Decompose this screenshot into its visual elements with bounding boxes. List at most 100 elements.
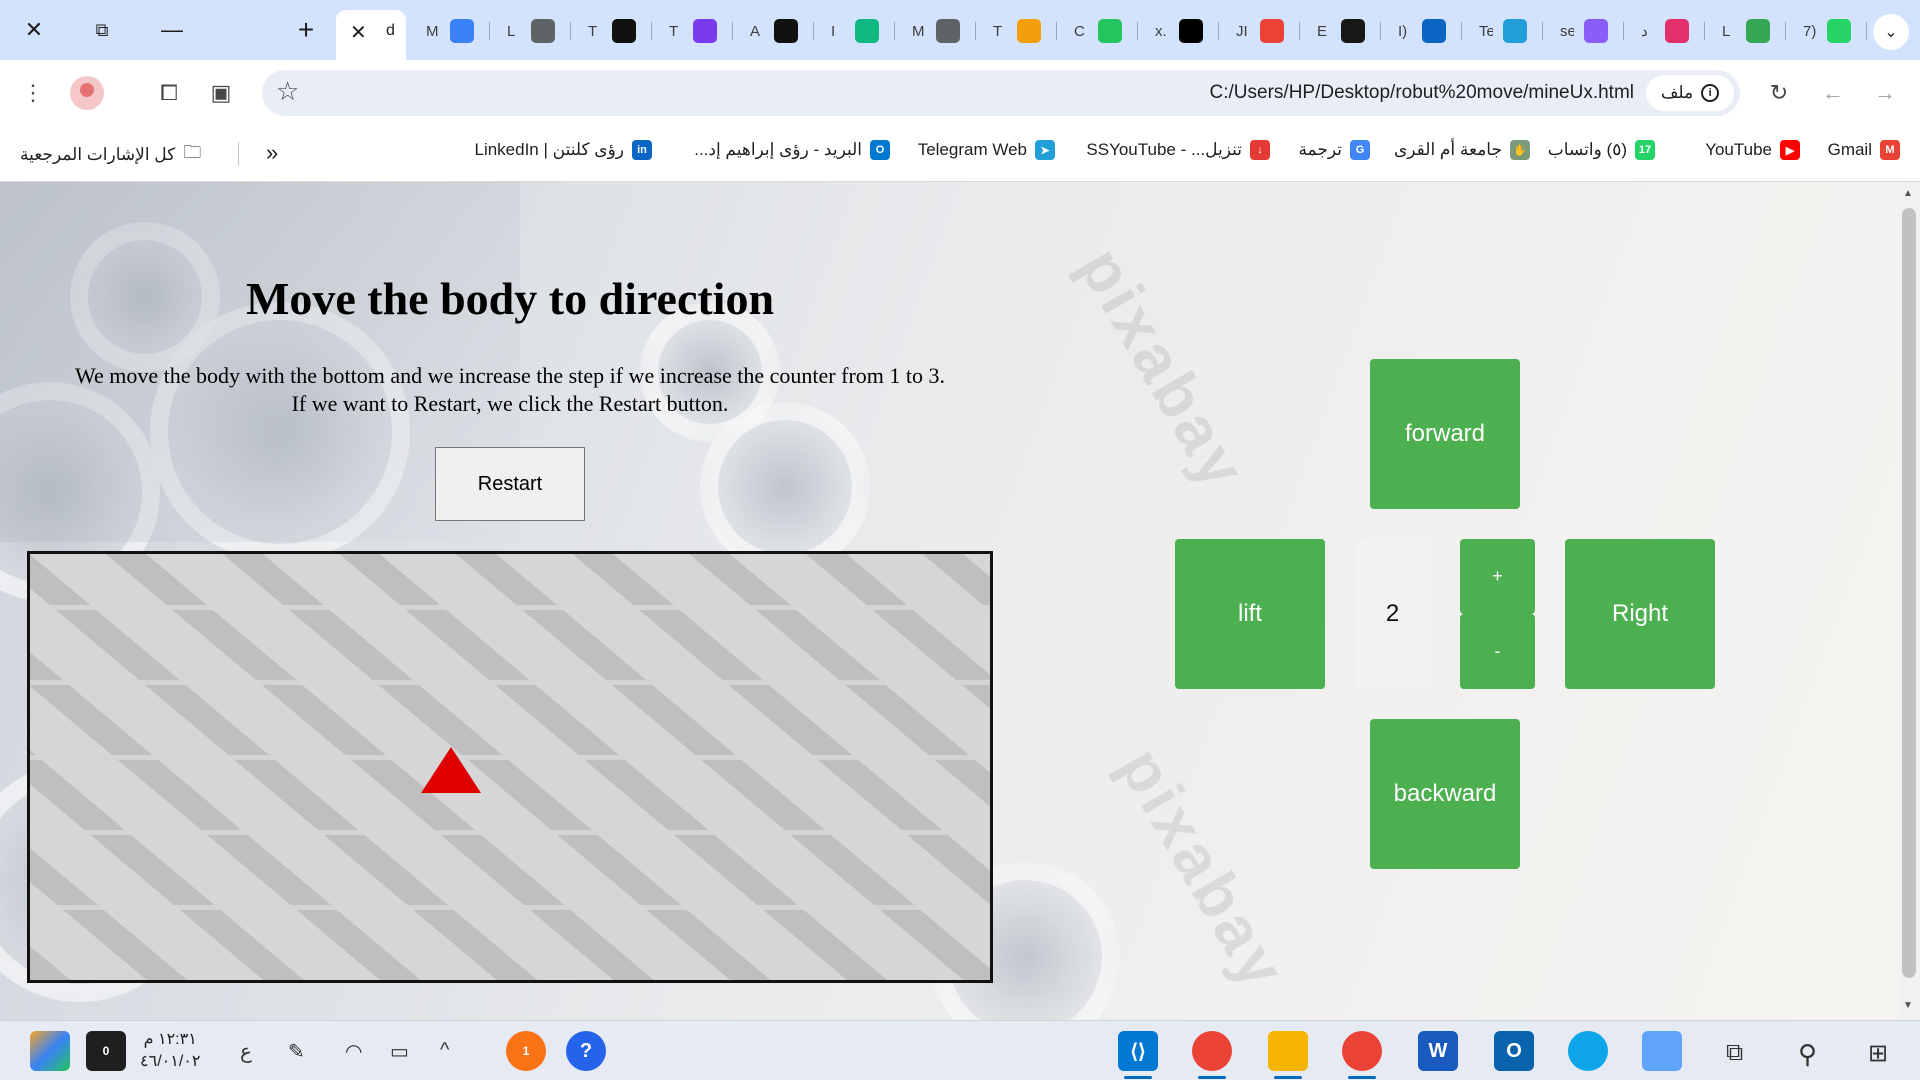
reload-button[interactable]: ↻: [1760, 74, 1798, 112]
browser-toolbar: ⋮ ⧠ ▣ ☆ C:/Users/HP/Desktop/robut%20move…: [0, 60, 1920, 126]
tab-favicon-icon: [774, 19, 798, 43]
right-button[interactable]: Right: [1565, 539, 1715, 689]
active-tab[interactable]: ✕ d: [336, 10, 406, 60]
wifi-icon[interactable]: ◠: [345, 1039, 362, 1064]
bookmark-item[interactable]: M Gmail: [1828, 140, 1900, 160]
browser-tab[interactable]: E: [1309, 14, 1381, 48]
new-tab-button[interactable]: +: [288, 12, 324, 48]
tab-search-button[interactable]: ⌄: [1873, 14, 1909, 50]
restore-window-button[interactable]: ⧉: [78, 10, 126, 50]
more-bookmarks-button[interactable]: «: [266, 140, 278, 166]
description-line-1: We move the body with the bottom and we …: [74, 363, 945, 388]
screenshot-extension-button[interactable]: ▣: [202, 74, 240, 112]
browser-tab[interactable]: T: [580, 14, 652, 48]
tab-favicon-icon: [1260, 19, 1284, 43]
word-icon[interactable]: W: [1418, 1031, 1458, 1071]
start-icon[interactable]: ⊞: [1868, 1039, 1888, 1068]
browser-tab[interactable]: د: [1633, 14, 1705, 48]
browser-tab[interactable]: se: [1552, 14, 1624, 48]
bookmark-item[interactable]: ▶ YouTube: [1705, 140, 1800, 160]
scrollbar-thumb[interactable]: [1902, 208, 1916, 978]
browser-tab[interactable]: C: [1066, 14, 1138, 48]
tab-favicon-icon: [1827, 19, 1851, 43]
extensions-button[interactable]: ⧠: [150, 74, 188, 112]
copilot-icon[interactable]: [30, 1031, 70, 1071]
pen-icon[interactable]: ✎: [288, 1039, 305, 1064]
outlook-icon: O: [870, 140, 890, 160]
tab-close-icon[interactable]: ✕: [350, 20, 367, 45]
restart-button[interactable]: Restart: [435, 447, 585, 521]
browser-tab[interactable]: x.: [1147, 14, 1219, 48]
browser-menu-button[interactable]: ⋮: [14, 74, 52, 112]
outlook-icon[interactable]: O: [1494, 1031, 1534, 1071]
site-info-chip[interactable]: ملف i: [1646, 75, 1734, 111]
tab-strip: ✕ ⧉ — + ✕ d M L T T A I M T Cx. JI E I) Te se د L 7) ⌄: [0, 0, 1920, 60]
browser-tab[interactable]: T: [985, 14, 1057, 48]
tab-separator: [1623, 22, 1624, 40]
forward-button[interactable]: forward: [1370, 359, 1520, 509]
bookmark-item[interactable]: ✋ جامعة أم القرى: [1394, 140, 1530, 160]
browser-tab[interactable]: M: [418, 14, 490, 48]
browser-tab[interactable]: L: [1714, 14, 1786, 48]
translate-icon: G: [1350, 140, 1370, 160]
browser-tab[interactable]: JI: [1228, 14, 1300, 48]
notifications-button[interactable]: 0: [86, 1031, 126, 1071]
profile-avatar[interactable]: [70, 76, 104, 110]
browser-tab[interactable]: A: [742, 14, 814, 48]
bookmark-item[interactable]: 17 (٥) واتساب: [1548, 140, 1655, 160]
page-scrollbar[interactable]: ▲ ▼: [1898, 182, 1920, 1020]
tab-favicon-icon: [693, 19, 717, 43]
bookmark-item[interactable]: O البريد - رؤى إبراهيم إد...: [694, 140, 890, 160]
tab-title: I): [1398, 22, 1408, 40]
cube-app-icon[interactable]: [1642, 1031, 1682, 1071]
show-hidden-icons[interactable]: ^: [440, 1039, 449, 1062]
vscode-icon[interactable]: ⟨⟩: [1118, 1031, 1158, 1079]
all-bookmarks-button[interactable]: 🗀 كل الإشارات المرجعية: [20, 140, 201, 170]
browser-tab[interactable]: 7): [1795, 14, 1867, 48]
display-icon[interactable]: ▭: [390, 1039, 409, 1064]
tab-separator: [1137, 22, 1138, 40]
search-icon[interactable]: ⚲: [1798, 1039, 1817, 1070]
edge-icon[interactable]: [1568, 1031, 1608, 1071]
bookmark-item[interactable]: ↓ تنزيل... - SSYouTube: [1086, 140, 1270, 160]
bookmark-item[interactable]: ➤ Telegram Web: [918, 140, 1055, 160]
url-text[interactable]: C:/Users/HP/Desktop/robut%20move/mineUx.…: [1210, 82, 1634, 104]
robot-body: [421, 747, 481, 793]
tab-separator: [1785, 22, 1786, 40]
backward-button[interactable]: backward: [1370, 719, 1520, 869]
browser-tab[interactable]: Te: [1471, 14, 1543, 48]
help-icon[interactable]: ?: [566, 1031, 606, 1071]
bookmark-star-icon[interactable]: ☆: [276, 76, 299, 107]
scroll-up-icon[interactable]: ▲: [1903, 188, 1913, 199]
browser-tab[interactable]: M: [904, 14, 976, 48]
file-explorer-icon[interactable]: [1268, 1031, 1308, 1079]
browser-tab[interactable]: I): [1390, 14, 1462, 48]
chrome-profile-icon[interactable]: [1192, 1031, 1232, 1079]
increment-button[interactable]: +: [1460, 539, 1535, 614]
forward-button[interactable]: →: [1866, 74, 1904, 112]
left-button[interactable]: lift: [1175, 539, 1325, 689]
address-bar[interactable]: ☆ C:/Users/HP/Desktop/robut%20move/mineU…: [262, 70, 1740, 116]
back-button[interactable]: ←: [1814, 74, 1852, 112]
telegram-icon: ➤: [1035, 140, 1055, 160]
bookmark-item[interactable]: in رؤى كلنتن | LinkedIn: [474, 140, 652, 160]
scroll-down-icon[interactable]: ▼: [1903, 1000, 1913, 1011]
chrome-icon[interactable]: [1342, 1031, 1382, 1079]
task-view-icon[interactable]: ⧉: [1726, 1039, 1743, 1067]
tab-favicon-icon: [612, 19, 636, 43]
browser-tab[interactable]: L: [499, 14, 571, 48]
decrement-button[interactable]: -: [1460, 614, 1535, 689]
tab-title: L: [1722, 22, 1731, 40]
minimize-window-button[interactable]: —: [148, 10, 196, 50]
browser-tab[interactable]: T: [661, 14, 733, 48]
tab-title: A: [750, 22, 761, 40]
system-clock[interactable]: ١٢:٣١ م ٤٦/٠١/٠٢: [140, 1029, 200, 1073]
windows-taskbar: 0 ١٢:٣١ م ٤٦/٠١/٠٢ ع ✎ ◠ ▭ ^ 1 ? ⟨⟩ W O …: [0, 1020, 1920, 1080]
close-window-button[interactable]: ✕: [10, 10, 58, 50]
tab-separator: [894, 22, 895, 40]
app-update-icon[interactable]: 1: [506, 1031, 546, 1071]
input-language[interactable]: ع: [240, 1039, 252, 1064]
browser-tab[interactable]: I: [823, 14, 895, 48]
page-title: Move the body to direction: [245, 273, 775, 324]
bookmark-item[interactable]: G ترجمة: [1298, 140, 1370, 160]
